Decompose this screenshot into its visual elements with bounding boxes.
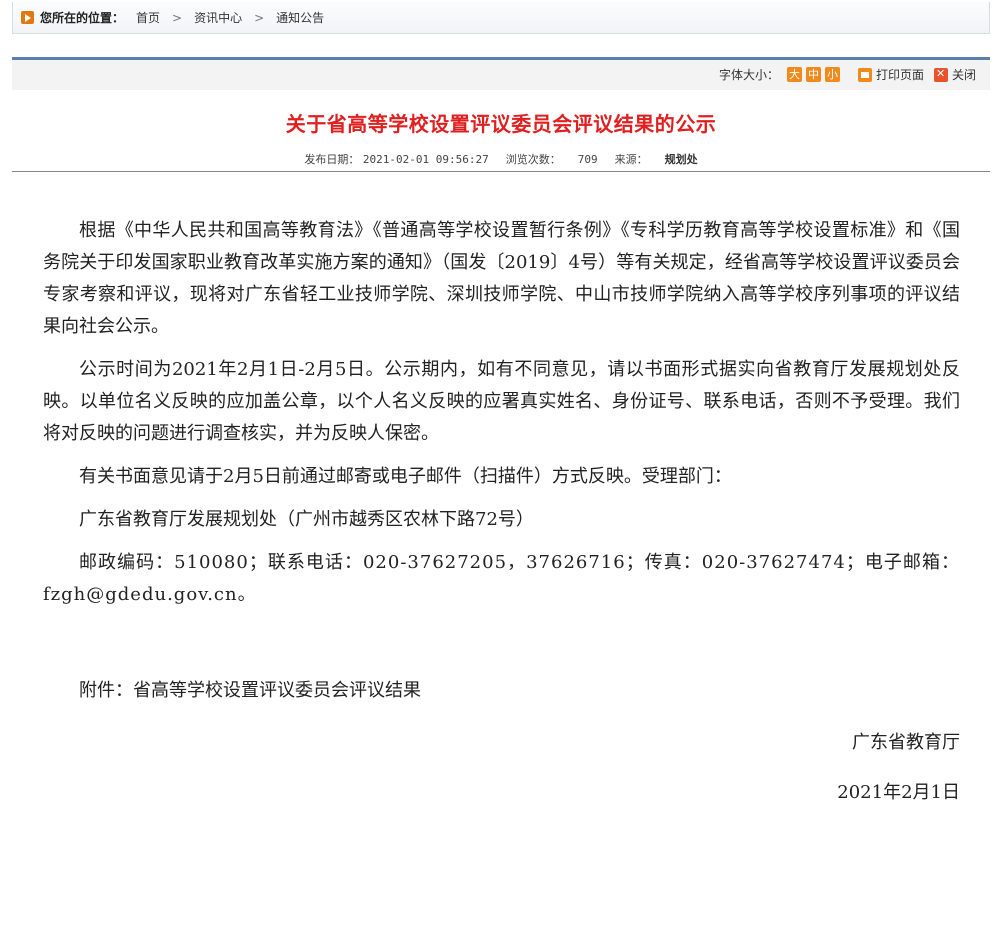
breadcrumb-notice-link[interactable]: 通知公告 [276,9,324,26]
source-label: 来源： [614,153,648,166]
chevron-right-icon: > [254,10,265,25]
publish-date-value: 2021-02-01 09:56:27 [362,153,489,166]
close-link[interactable]: 关闭 [952,66,976,83]
paragraph: 根据《中华人民共和国高等教育法》《普通高等学校设置暂行条例》《专科学历教育高等学… [43,220,960,337]
view-count-label: 浏览次数： [505,153,561,166]
paragraph: 邮政编码：510080；联系电话：020-37627205，37626716；传… [43,552,960,605]
close-icon[interactable] [933,67,948,82]
font-size-large-button[interactable]: 大 [786,67,802,82]
print-icon[interactable] [857,67,872,82]
signature: 广东省教育厅 [852,732,960,753]
attachment-link[interactable]: 附件：省高等学校设置评议委员会评议结果 [43,675,960,707]
paragraph: 广东省教育厅发展规划处（广州市越秀区农林下路72号） [79,509,534,530]
breadcrumb-home-link[interactable]: 首页 [136,9,160,26]
signature-date: 2021年2月1日 [837,782,960,803]
view-count-value: 709 [577,153,598,166]
location-arrow-icon [21,11,34,24]
title-divider [12,171,990,172]
font-size-small-button[interactable]: 小 [824,67,840,82]
breadcrumb-label: 您所在的位置： [40,11,125,25]
paragraph: 公示时间为2021年2月1日-2月5日。公示期内，如有不同意见，请以书面形式据实… [43,359,960,444]
chevron-right-icon: > [172,10,183,25]
article-meta: 发布日期： 2021-02-01 09:56:27 浏览次数： 709 来源： … [0,151,1002,167]
article-title: 关于省高等学校设置评议委员会评议结果的公示 [285,112,717,136]
paragraph: 有关书面意见请于2月5日前通过邮寄或电子邮件（扫描件）方式反映。受理部门： [79,466,732,487]
font-size-label: 字体大小： [718,68,779,82]
font-size-medium-button[interactable]: 中 [805,67,821,82]
article-body: 根据《中华人民共和国高等教育法》《普通高等学校设置暂行条例》《专科学历教育高等学… [43,215,960,820]
source-value: 规划处 [664,153,698,166]
breadcrumb-news-center-link[interactable]: 资讯中心 [194,9,242,26]
print-page-link[interactable]: 打印页面 [876,66,924,83]
article-toolbar: 字体大小： 大 中 小 打印页面 关闭 [12,57,990,90]
breadcrumb: 您所在的位置： 首页 > 资讯中心 > 通知公告 [12,2,990,34]
publish-date-label: 发布日期： [304,153,360,166]
